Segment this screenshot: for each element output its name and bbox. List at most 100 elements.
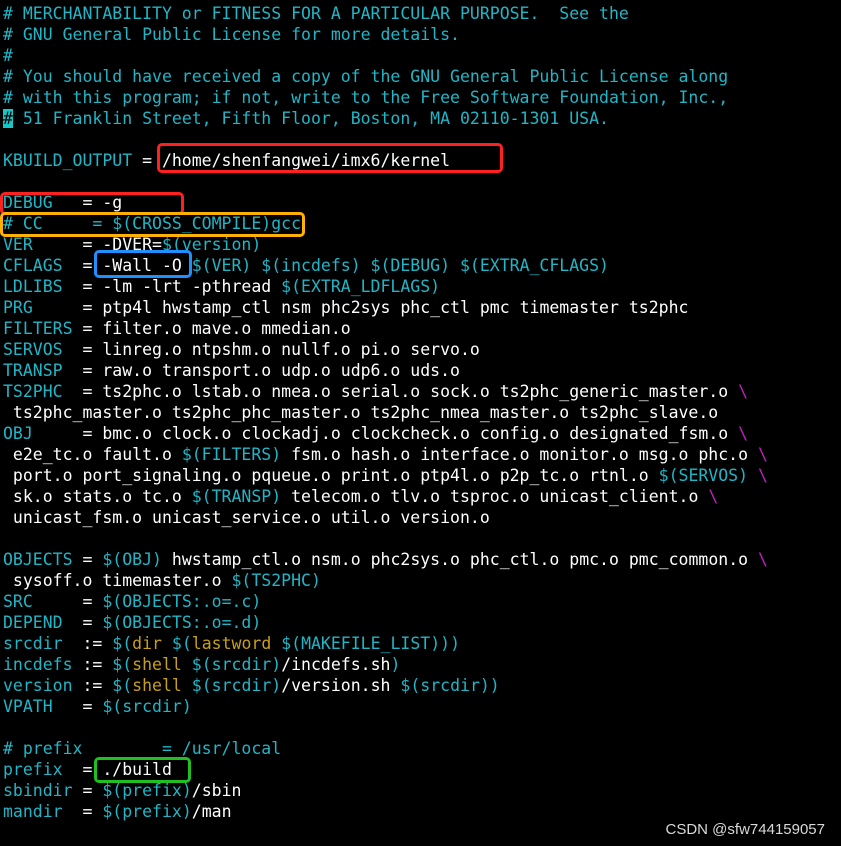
code-token: LDLIBS — [3, 277, 63, 296]
code-token: FILTERS — [3, 319, 73, 338]
code-token: /incdefs.sh — [281, 655, 391, 674]
code-token: \ — [757, 445, 768, 464]
code-token: # with this program; if not, write to th… — [3, 88, 729, 107]
code-token: $( — [112, 676, 133, 695]
code-token: = raw.o transport.o udp.o udp6.o uds.o — [62, 361, 460, 380]
code-token: /sbin — [191, 781, 242, 800]
code-token: = ts2phc.o lstab.o nmea.o serial.o sock.… — [62, 382, 739, 401]
code-line: e2e_tc.o fault.o $(FILTERS) fsm.o hash.o… — [3, 444, 841, 465]
code-line: # You should have received a copy of the… — [3, 66, 841, 87]
code-line: OBJECTS = $(OBJ) hwstamp_ctl.o nsm.o phc… — [3, 549, 841, 570]
code-token: OBJ — [3, 424, 33, 443]
code-line: DEPEND = $(OBJECTS:.o=.d) — [3, 612, 841, 633]
code-token: = — [62, 613, 103, 632]
code-token: PRG — [3, 298, 33, 317]
terminal-editor[interactable]: # MERCHANTABILITY or FITNESS FOR A PARTI… — [3, 3, 841, 822]
code-token: $(srcdir) — [181, 655, 282, 674]
code-token: = — [62, 802, 103, 821]
code-token: /version.sh — [281, 676, 401, 695]
code-token: $(MAKEFILE_LIST))) — [271, 634, 461, 653]
code-token: /man — [191, 802, 232, 821]
code-line: # GNU General Public License for more de… — [3, 24, 841, 45]
code-token: $( — [112, 634, 133, 653]
code-token: $( — [161, 634, 192, 653]
code-token: TS2PHC — [3, 382, 63, 401]
code-token: $(FILTERS) — [181, 445, 282, 464]
code-token: mandir — [3, 802, 63, 821]
code-token: SRC — [3, 592, 33, 611]
code-token: $(OBJECTS:.o=.d) — [102, 613, 262, 632]
code-line: version := $(shell $(srcdir)/version.sh … — [3, 675, 841, 696]
code-line: mandir = $(prefix)/man — [3, 801, 841, 822]
code-token: OBJECTS — [3, 550, 73, 569]
code-token: telecom.o tlv.o tsproc.o unicast_client.… — [281, 487, 709, 506]
code-line: SRC = $(OBJECTS:.o=.c) — [3, 591, 841, 612]
code-token: # MERCHANTABILITY or FITNESS FOR A PARTI… — [3, 4, 629, 23]
code-token: $(OBJ) — [102, 550, 162, 569]
code-line: ts2phc_master.o ts2phc_phc_master.o ts2p… — [3, 402, 841, 423]
code-token: = linreg.o ntpshm.o nullf.o pi.o servo.o — [62, 340, 480, 359]
code-line: # MERCHANTABILITY or FITNESS FOR A PARTI… — [3, 3, 841, 24]
code-token: $(srcdir)) — [400, 676, 500, 695]
code-line: # — [3, 45, 841, 66]
code-token: lastword — [191, 634, 272, 653]
code-token: fsm.o hash.o interface.o monitor.o msg.o… — [281, 445, 758, 464]
code-token: # GNU General Public License for more de… — [3, 25, 460, 44]
code-line: VPATH = $(srcdir) — [3, 696, 841, 717]
code-token: 51 Franklin Street, Fifth Floor, Boston,… — [12, 109, 609, 128]
code-line: # with this program; if not, write to th… — [3, 87, 841, 108]
code-token: = — [32, 592, 103, 611]
code-token: = filter.o mave.o mmedian.o — [72, 319, 351, 338]
code-line: sk.o stats.o tc.o $(TRANSP) telecom.o tl… — [3, 486, 841, 507]
code-line: LDLIBS = -lm -lrt -pthread $(EXTRA_LDFLA… — [3, 276, 841, 297]
text-cursor: # — [3, 109, 13, 128]
code-token: $(prefix) — [102, 802, 192, 821]
code-token: $(EXTRA_LDFLAGS) — [281, 277, 441, 296]
code-token: \ — [758, 550, 768, 569]
code-token: version — [3, 676, 73, 695]
code-line: # 51 Franklin Street, Fifth Floor, Bosto… — [3, 108, 841, 129]
code-token: e2e_tc.o fault.o — [3, 445, 182, 464]
code-token: \ — [757, 466, 768, 485]
code-token: sysoff.o timemaster.o — [3, 571, 232, 590]
highlight-kbuild-output-box — [157, 143, 503, 173]
code-line: unicast_fsm.o unicast_service.o util.o v… — [3, 507, 841, 528]
code-token: $(VER) $(incdefs) $(DEBUG) $(EXTRA_CFLAG… — [191, 256, 609, 275]
code-token: = — [72, 781, 103, 800]
code-token: $(TRANSP) — [191, 487, 282, 506]
code-token: SERVOS — [3, 340, 63, 359]
code-token: $(srcdir) — [181, 676, 282, 695]
highlight-cflags-box — [94, 250, 192, 278]
code-token: = — [52, 697, 103, 716]
code-line: FILTERS = filter.o mave.o mmedian.o — [3, 318, 841, 339]
code-token: $(srcdir) — [102, 697, 192, 716]
code-line: port.o port_signaling.o pqueue.o print.o… — [3, 465, 841, 486]
code-token: TRANSP — [3, 361, 63, 380]
code-token: unicast_fsm.o unicast_service.o util.o v… — [3, 508, 490, 527]
code-token: hwstamp_ctl.o nsm.o phc2sys.o phc_ctl.o … — [161, 550, 758, 569]
code-token: $(SERVOS) — [658, 466, 749, 485]
code-line: sbindir = $(prefix)/sbin — [3, 780, 841, 801]
code-line: SERVOS = linreg.o ntpshm.o nullf.o pi.o … — [3, 339, 841, 360]
code-line: TS2PHC = ts2phc.o lstab.o nmea.o serial.… — [3, 381, 841, 402]
code-line: OBJ = bmc.o clock.o clockadj.o clockchec… — [3, 423, 841, 444]
code-token: incdefs — [3, 655, 73, 674]
code-token: $(OBJECTS:.o=.c) — [102, 592, 262, 611]
code-token: = — [72, 550, 103, 569]
code-token: shell — [132, 676, 182, 695]
code-token: $(TS2PHC) — [231, 571, 321, 590]
code-token: KBUILD_OUTPUT — [3, 151, 133, 170]
code-line: srcdir := $(dir $(lastword $(MAKEFILE_LI… — [3, 633, 841, 654]
code-token: ts2phc_master.o ts2phc_phc_master.o ts2p… — [3, 403, 719, 422]
code-token: prefix — [3, 760, 63, 779]
code-line: incdefs := $(shell $(srcdir)/incdefs.sh) — [3, 654, 841, 675]
code-line: # prefix = /usr/local — [3, 738, 841, 759]
code-token: ) — [390, 655, 401, 674]
code-line: PRG = ptp4l hwstamp_ctl nsm phc2sys phc_… — [3, 297, 841, 318]
code-token: sbindir — [3, 781, 73, 800]
code-token: $( — [112, 655, 133, 674]
